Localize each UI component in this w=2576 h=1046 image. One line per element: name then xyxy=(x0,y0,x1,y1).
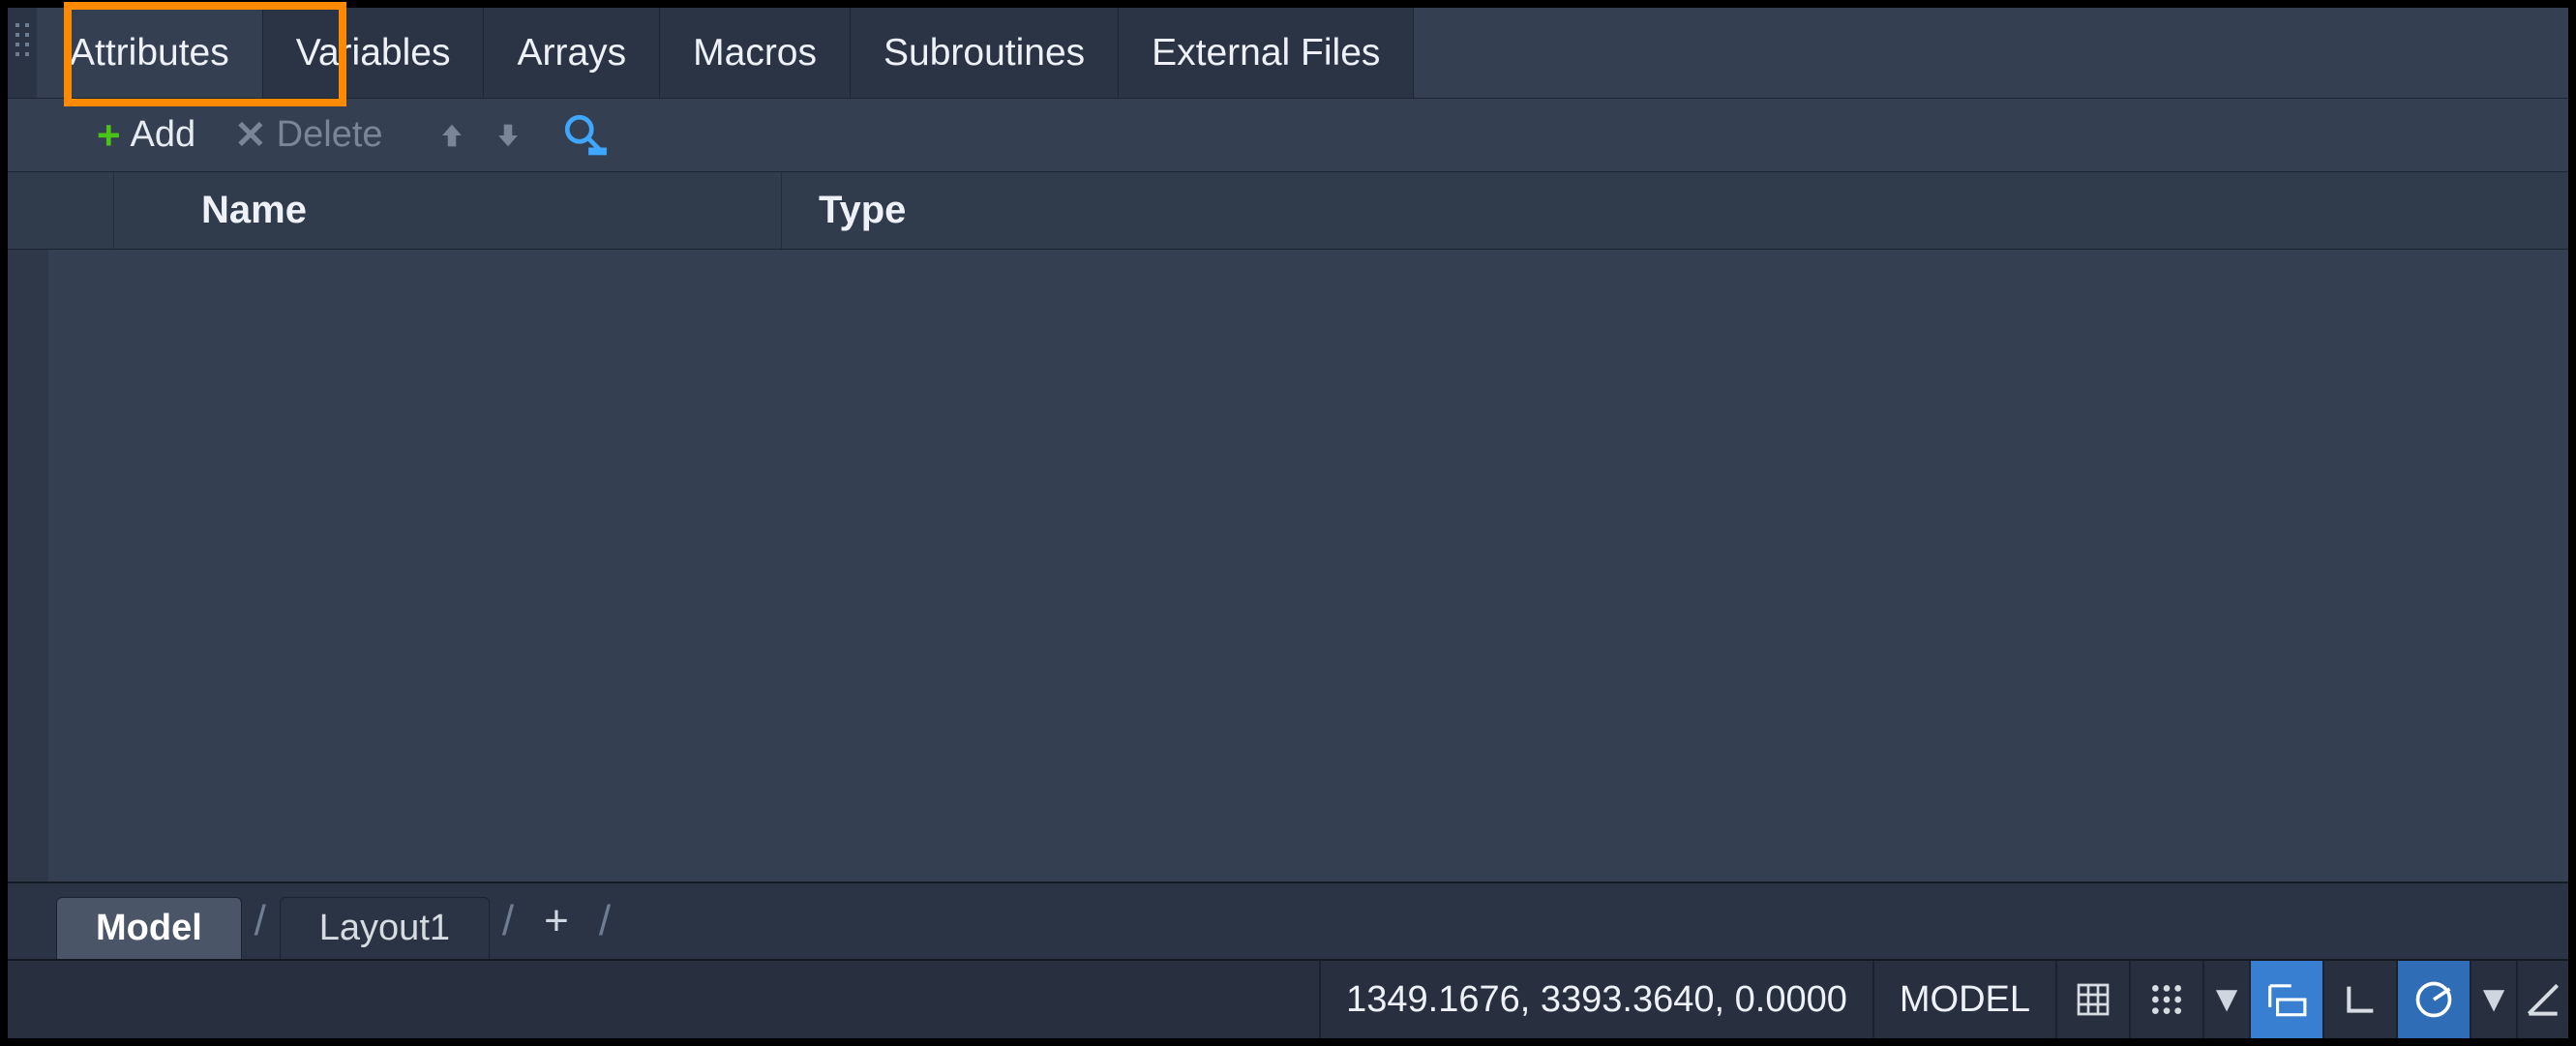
grid-icon xyxy=(2074,980,2112,1019)
tab-label: Arrays xyxy=(517,32,626,75)
panel-tabstrip: Attributes Variables Arrays Macros Subro… xyxy=(8,8,2568,99)
drag-handle-icon[interactable] xyxy=(15,23,29,81)
statusbar-space-button[interactable]: MODEL xyxy=(1872,961,2055,1038)
column-label: Type xyxy=(819,189,906,232)
arrow-up-icon xyxy=(435,117,468,154)
layout-tab-separator: / xyxy=(241,897,280,945)
tab-label: Subroutines xyxy=(884,32,1085,75)
tab-subroutines[interactable]: Subroutines xyxy=(851,8,1119,98)
dynamic-input-button[interactable] xyxy=(2249,961,2322,1038)
delete-button[interactable]: ✕ Delete xyxy=(217,109,400,162)
polar-icon xyxy=(2412,978,2455,1021)
grid-body[interactable] xyxy=(8,250,2568,882)
column-label: Name xyxy=(201,189,307,232)
tab-arrays[interactable]: Arrays xyxy=(484,8,660,98)
dots-grid-icon xyxy=(2147,980,2186,1019)
dynamic-input-icon xyxy=(2265,980,2308,1019)
coords-text: 1349.1676, 3393.3640, 0.0000 xyxy=(1346,979,1847,1021)
tab-label: Attributes xyxy=(70,32,229,75)
tab-label: External Files xyxy=(1152,32,1380,75)
layout-tabbar: Model / Layout1 / + / xyxy=(8,882,2568,959)
ortho-toggle-button[interactable] xyxy=(2322,961,2396,1038)
polar-dropdown[interactable]: ▼ xyxy=(2470,961,2516,1038)
add-layout-button[interactable]: + xyxy=(527,897,585,945)
tab-variables[interactable]: Variables xyxy=(263,8,485,98)
move-down-button[interactable] xyxy=(482,113,534,158)
statusbar: 1349.1676, 3393.3640, 0.0000 MODEL xyxy=(8,959,2568,1038)
isoplane-button[interactable] xyxy=(2516,961,2568,1038)
x-icon: ✕ xyxy=(234,113,267,158)
snap-toggle-button[interactable] xyxy=(2129,961,2202,1038)
snap-dropdown[interactable]: ▼ xyxy=(2202,961,2249,1038)
grid-header-handle xyxy=(8,172,114,249)
tab-attributes[interactable]: Attributes xyxy=(37,8,263,98)
arrow-down-icon xyxy=(492,117,524,154)
polar-toggle-button[interactable] xyxy=(2396,961,2470,1038)
angle-icon xyxy=(2522,978,2564,1021)
plus-icon: + xyxy=(544,897,569,944)
plus-icon: + xyxy=(97,112,121,159)
tab-label: Macros xyxy=(693,32,817,75)
chevron-down-icon: ▼ xyxy=(2475,979,2512,1021)
ortho-icon xyxy=(2341,980,2380,1019)
panel-toolbar: + Add ✕ Delete xyxy=(8,99,2568,172)
delete-label: Delete xyxy=(277,114,383,156)
tab-macros[interactable]: Macros xyxy=(660,8,851,98)
add-label: Add xyxy=(131,114,196,156)
tab-label: Variables xyxy=(296,32,451,75)
layout-tab-separator: / xyxy=(489,897,527,945)
column-header-name[interactable]: Name xyxy=(114,172,782,249)
grid-toggle-button[interactable] xyxy=(2055,961,2129,1038)
space-label: MODEL xyxy=(1900,979,2030,1021)
find-button[interactable] xyxy=(561,111,610,160)
chevron-down-icon: ▼ xyxy=(2208,979,2245,1021)
layout-tab-separator: / xyxy=(585,897,624,945)
layout-tab-layout1[interactable]: Layout1 xyxy=(280,897,490,959)
statusbar-coords: 1349.1676, 3393.3640, 0.0000 xyxy=(1319,961,1872,1038)
tabstrip-filler xyxy=(1414,8,2568,98)
move-up-button[interactable] xyxy=(426,113,478,158)
magnifier-icon xyxy=(561,111,610,160)
add-button[interactable]: + Add xyxy=(79,108,213,163)
grid-header: Name Type xyxy=(8,172,2568,250)
layout-tab-model[interactable]: Model xyxy=(56,897,242,959)
layout-tab-label: Layout1 xyxy=(319,908,450,949)
layout-tab-label: Model xyxy=(96,908,202,949)
tab-external-files[interactable]: External Files xyxy=(1119,8,1414,98)
column-header-type[interactable]: Type xyxy=(782,172,2568,249)
